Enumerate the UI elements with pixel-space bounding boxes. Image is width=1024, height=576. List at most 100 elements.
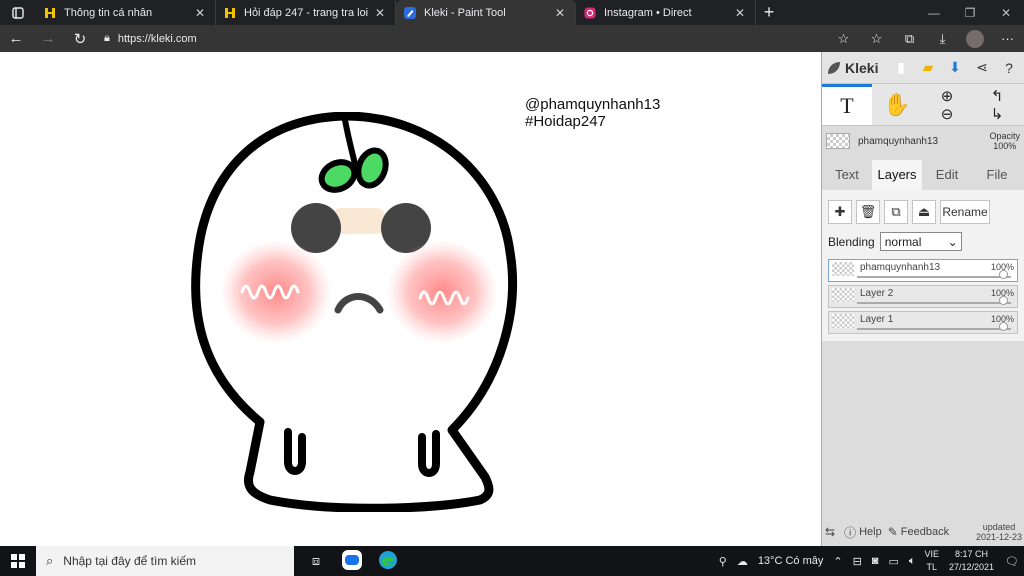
tab-instagram[interactable]: Instagram • Direct ✕ <box>576 0 756 25</box>
weather-icon: ☁ <box>736 555 748 568</box>
slider-knob[interactable] <box>999 322 1008 331</box>
more-icon[interactable]: ··· <box>991 31 1024 46</box>
panel-tabs: Text Layers Edit File <box>822 160 1024 190</box>
opacity-readout: Opacity 100% <box>989 131 1020 151</box>
help-link[interactable]: ⓘ Help <box>844 524 882 541</box>
help-icon[interactable]: ? <box>998 60 1020 76</box>
clock-date: 27/12/2021 <box>948 562 995 572</box>
swap-panel-icon[interactable]: ⇆ <box>825 525 838 539</box>
url-text: https://kleki.com <box>117 32 197 45</box>
back-icon[interactable]: ← <box>0 30 32 47</box>
kleki-logo[interactable]: Kleki <box>826 60 878 76</box>
hand-tool-icon[interactable]: ✋ <box>872 84 922 125</box>
text-tool[interactable]: T <box>822 84 872 125</box>
tab-text[interactable]: Text <box>822 160 872 190</box>
keyboard-code: TL <box>926 562 937 572</box>
tab-kleki[interactable]: Kleki - Paint Tool ✕ <box>396 0 576 25</box>
add-favorite-icon[interactable]: ☆ <box>827 31 860 47</box>
close-icon[interactable]: ✕ <box>373 6 387 20</box>
tab-title: Kleki - Paint Tool <box>424 6 506 19</box>
opacity-label: Opacity <box>989 131 1020 141</box>
close-window-icon[interactable]: ✕ <box>988 6 1024 20</box>
updated-date: 2021-12-23 <box>975 532 1022 542</box>
zalo-icon[interactable] <box>334 549 370 573</box>
tab-title: Instagram • Direct <box>604 6 692 19</box>
redo-icon[interactable]: ↳ <box>991 105 1004 123</box>
downloads-icon[interactable]: ⤓ <box>926 31 959 47</box>
network-icon[interactable]: ▭ <box>888 555 898 568</box>
url-field[interactable]: 🔒︎ https://kleki.com <box>104 32 827 45</box>
people-icon[interactable]: ⚲ <box>719 555 727 568</box>
task-view-icon[interactable]: ⧈ <box>298 553 334 569</box>
opacity-value: 100% <box>993 141 1017 151</box>
close-icon[interactable]: ✕ <box>193 6 207 20</box>
new-tab-button[interactable]: + <box>756 0 782 25</box>
taskbar-search[interactable]: ⌕ Nhập tại đây để tìm kiếm <box>36 546 294 576</box>
kleki-top-bar: Kleki ▮ ▰ ⬇ ⋖ ? <box>822 52 1024 84</box>
language-indicator[interactable]: VIE TL <box>924 548 939 574</box>
feedback-link[interactable]: ✎ Feedback <box>888 525 949 539</box>
rename-button[interactable]: Rename <box>940 200 990 224</box>
share-icon[interactable]: ⋖ <box>971 59 993 76</box>
delete-layer-icon[interactable]: 🗑︎ <box>856 200 880 224</box>
volume-icon[interactable]: 🔈︎ <box>909 555 916 568</box>
favorites-icon[interactable]: ☆ <box>860 31 893 47</box>
blending-select[interactable]: normal ⌄ <box>879 232 962 251</box>
chevron-up-icon[interactable]: ⌃ <box>833 555 842 568</box>
minimize-icon[interactable]: — <box>916 6 952 20</box>
cute-character-drawing <box>191 112 517 512</box>
layer-item[interactable]: Layer 2 100% <box>828 285 1018 308</box>
close-icon[interactable]: ✕ <box>553 6 567 20</box>
layer-opacity-slider[interactable] <box>857 322 1011 331</box>
instagram-icon <box>584 7 596 19</box>
hoidap-icon <box>44 7 56 19</box>
kleki-panel: Kleki ▮ ▰ ⬇ ⋖ ? T ✋ ⊕ ⊖ ↰ ↳ phamquynhanh13… <box>821 52 1024 546</box>
layer-item[interactable]: Layer 1 100% <box>828 311 1018 334</box>
tab-actions-icon[interactable] <box>0 0 36 25</box>
slider-knob[interactable] <box>999 296 1008 305</box>
duplicate-layer-icon[interactable]: ⧉ <box>884 200 908 224</box>
blending-row: Blending normal ⌄ <box>822 228 1024 255</box>
system-tray: ⚲ ☁ 13°C Có mây ⌃ ⊟ ◙ ▭ 🔈︎ VIE TL 8:17 C… <box>714 548 1024 574</box>
tab-edit[interactable]: Edit <box>922 160 972 190</box>
zoom-tool[interactable]: ⊕ ⊖ <box>922 84 972 125</box>
collections-icon[interactable]: ⧉ <box>893 31 926 47</box>
layer-name: phamquynhanh13 <box>860 262 941 273</box>
undo-icon[interactable]: ↰ <box>991 87 1004 105</box>
tab-layers[interactable]: Layers <box>872 160 922 190</box>
open-folder-icon[interactable]: ▰ <box>917 59 939 76</box>
layer-opacity-slider[interactable] <box>857 270 1011 279</box>
merge-layer-icon[interactable]: ⏏ <box>912 200 936 224</box>
camera-icon[interactable]: ◙ <box>872 555 879 567</box>
zoom-in-icon[interactable]: ⊕ <box>941 87 954 105</box>
tab-thong-tin[interactable]: Thông tin cá nhân ✕ <box>36 0 216 25</box>
layer-thumbnail <box>832 314 854 328</box>
clock[interactable]: 8:17 CH 27/12/2021 <box>949 548 994 574</box>
edge-icon[interactable] <box>370 550 406 573</box>
layer-opacity-slider[interactable] <box>857 296 1011 305</box>
slider-knob[interactable] <box>999 270 1008 279</box>
zoom-out-icon[interactable]: ⊖ <box>941 105 954 123</box>
lock-icon: 🔒︎ <box>104 32 110 44</box>
forward-icon[interactable]: → <box>32 30 64 47</box>
drawing-canvas[interactable]: @phamquynhanh13 #Hoidap247 <box>0 52 821 546</box>
kleki-file-actions: ▮ ▰ ⬇ ⋖ ? <box>890 59 1020 76</box>
avatar[interactable] <box>966 29 984 48</box>
download-icon[interactable]: ⬇ <box>944 59 966 76</box>
undo-redo[interactable]: ↰ ↳ <box>972 84 1022 125</box>
tab-hoidap[interactable]: Hỏi đáp 247 - trang tra loi ✕ <box>216 0 396 25</box>
close-icon[interactable]: ✕ <box>733 6 747 20</box>
tray-app-icon[interactable]: ⊟ <box>853 555 862 568</box>
feedback-icon: ✎ <box>887 525 898 539</box>
notifications-icon[interactable]: 🗨︎ <box>1005 555 1019 568</box>
windows-start-icon[interactable] <box>0 554 36 568</box>
weather-text[interactable]: 13°C Có mây <box>758 555 824 567</box>
restore-icon[interactable]: ❐ <box>952 6 988 20</box>
new-image-icon[interactable]: ▮ <box>890 59 912 76</box>
add-layer-icon[interactable]: ✚ <box>828 200 852 224</box>
refresh-icon[interactable]: ↻ <box>64 30 96 48</box>
tab-file[interactable]: File <box>972 160 1022 190</box>
tool-row: T ✋ ⊕ ⊖ ↰ ↳ <box>822 84 1024 126</box>
blending-label: Blending <box>828 234 875 249</box>
layer-item[interactable]: phamquynhanh13 100% <box>828 259 1018 282</box>
